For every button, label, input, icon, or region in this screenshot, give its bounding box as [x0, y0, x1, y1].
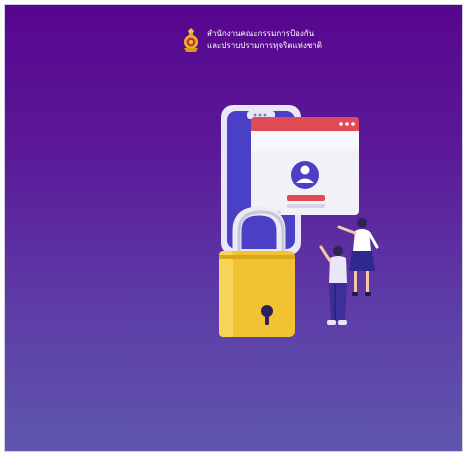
splash-screen: สำนักงานคณะกรรมการป้องกัน และปราบปรามการ…: [4, 4, 463, 452]
security-illustration: [219, 105, 379, 337]
app-header: สำนักงานคณะกรรมการป้องกัน และปราบปรามการ…: [181, 27, 322, 53]
royal-emblem-icon: [184, 28, 198, 52]
two-people-icon: [319, 218, 379, 325]
org-name-line-1: สำนักงานคณะกรรมการป้องกัน: [207, 29, 315, 38]
organization-name: สำนักงานคณะกรรมการป้องกัน และปราบปรามการ…: [207, 29, 322, 51]
login-window-icon: [251, 117, 359, 215]
org-name-line-2: และปราบปรามการทุจริตแห่งชาติ: [207, 41, 322, 50]
user-avatar-icon: [291, 161, 319, 189]
